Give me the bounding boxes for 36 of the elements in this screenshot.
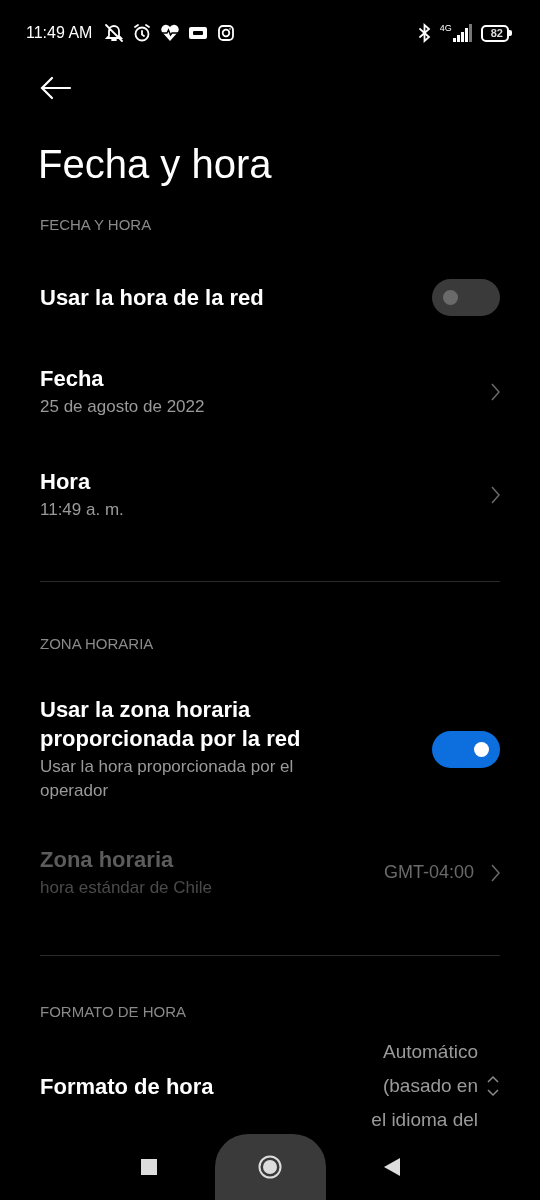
- home-button[interactable]: [214, 1134, 326, 1200]
- setting-title: Fecha: [40, 365, 105, 393]
- setting-title: Usar la zona horaria proporcionada por la red: [40, 696, 302, 753]
- setting-title: Formato de hora: [40, 1072, 215, 1101]
- muted-bell-icon: [104, 23, 125, 43]
- alarm-clock-icon: [132, 23, 153, 43]
- setting-value: Automático (basado en el idioma del: [370, 1040, 478, 1132]
- setting-subtitle: 11:49 a. m.: [40, 499, 125, 521]
- setting-subtitle: Usar la hora proporcionada por el operador: [40, 756, 295, 802]
- signal-icon: [452, 24, 473, 42]
- setting-value: GMT-04:00: [383, 861, 474, 884]
- chevron-right-icon: [490, 862, 500, 883]
- recents-square-icon[interactable]: [140, 1159, 157, 1175]
- status-time: 11:49 AM: [26, 23, 93, 43]
- network-type: 4G: [439, 24, 452, 33]
- page-title: Fecha y hora: [38, 141, 273, 188]
- home-circle-icon: [258, 1155, 282, 1179]
- section-header: FORMATO DE HORA: [40, 1003, 188, 1021]
- chevron-right-icon: [490, 381, 500, 402]
- battery-level: 82: [480, 24, 509, 42]
- chevron-right-icon: [490, 484, 500, 505]
- setting-title: Hora: [40, 468, 92, 496]
- section-header: FECHA Y HORA: [40, 216, 153, 234]
- up-down-chevron-icon: [486, 1074, 500, 1098]
- toggle-switch[interactable]: [432, 730, 500, 768]
- setting-subtitle: hora estándar de Chile: [40, 877, 213, 899]
- back-arrow-icon[interactable]: [40, 76, 72, 100]
- back-triangle-icon[interactable]: [383, 1158, 400, 1176]
- toggle-switch[interactable]: [432, 279, 500, 316]
- section-header: ZONA HORARIA: [40, 635, 155, 653]
- bluetooth-icon: [417, 23, 432, 43]
- camera-icon: [216, 23, 237, 43]
- setting-title: Zona horaria: [40, 846, 175, 874]
- setting-title: Usar la hora de la red: [40, 284, 265, 312]
- setting-subtitle: 25 de agosto de 2022: [40, 396, 206, 418]
- heart-pulse-icon: [160, 23, 181, 43]
